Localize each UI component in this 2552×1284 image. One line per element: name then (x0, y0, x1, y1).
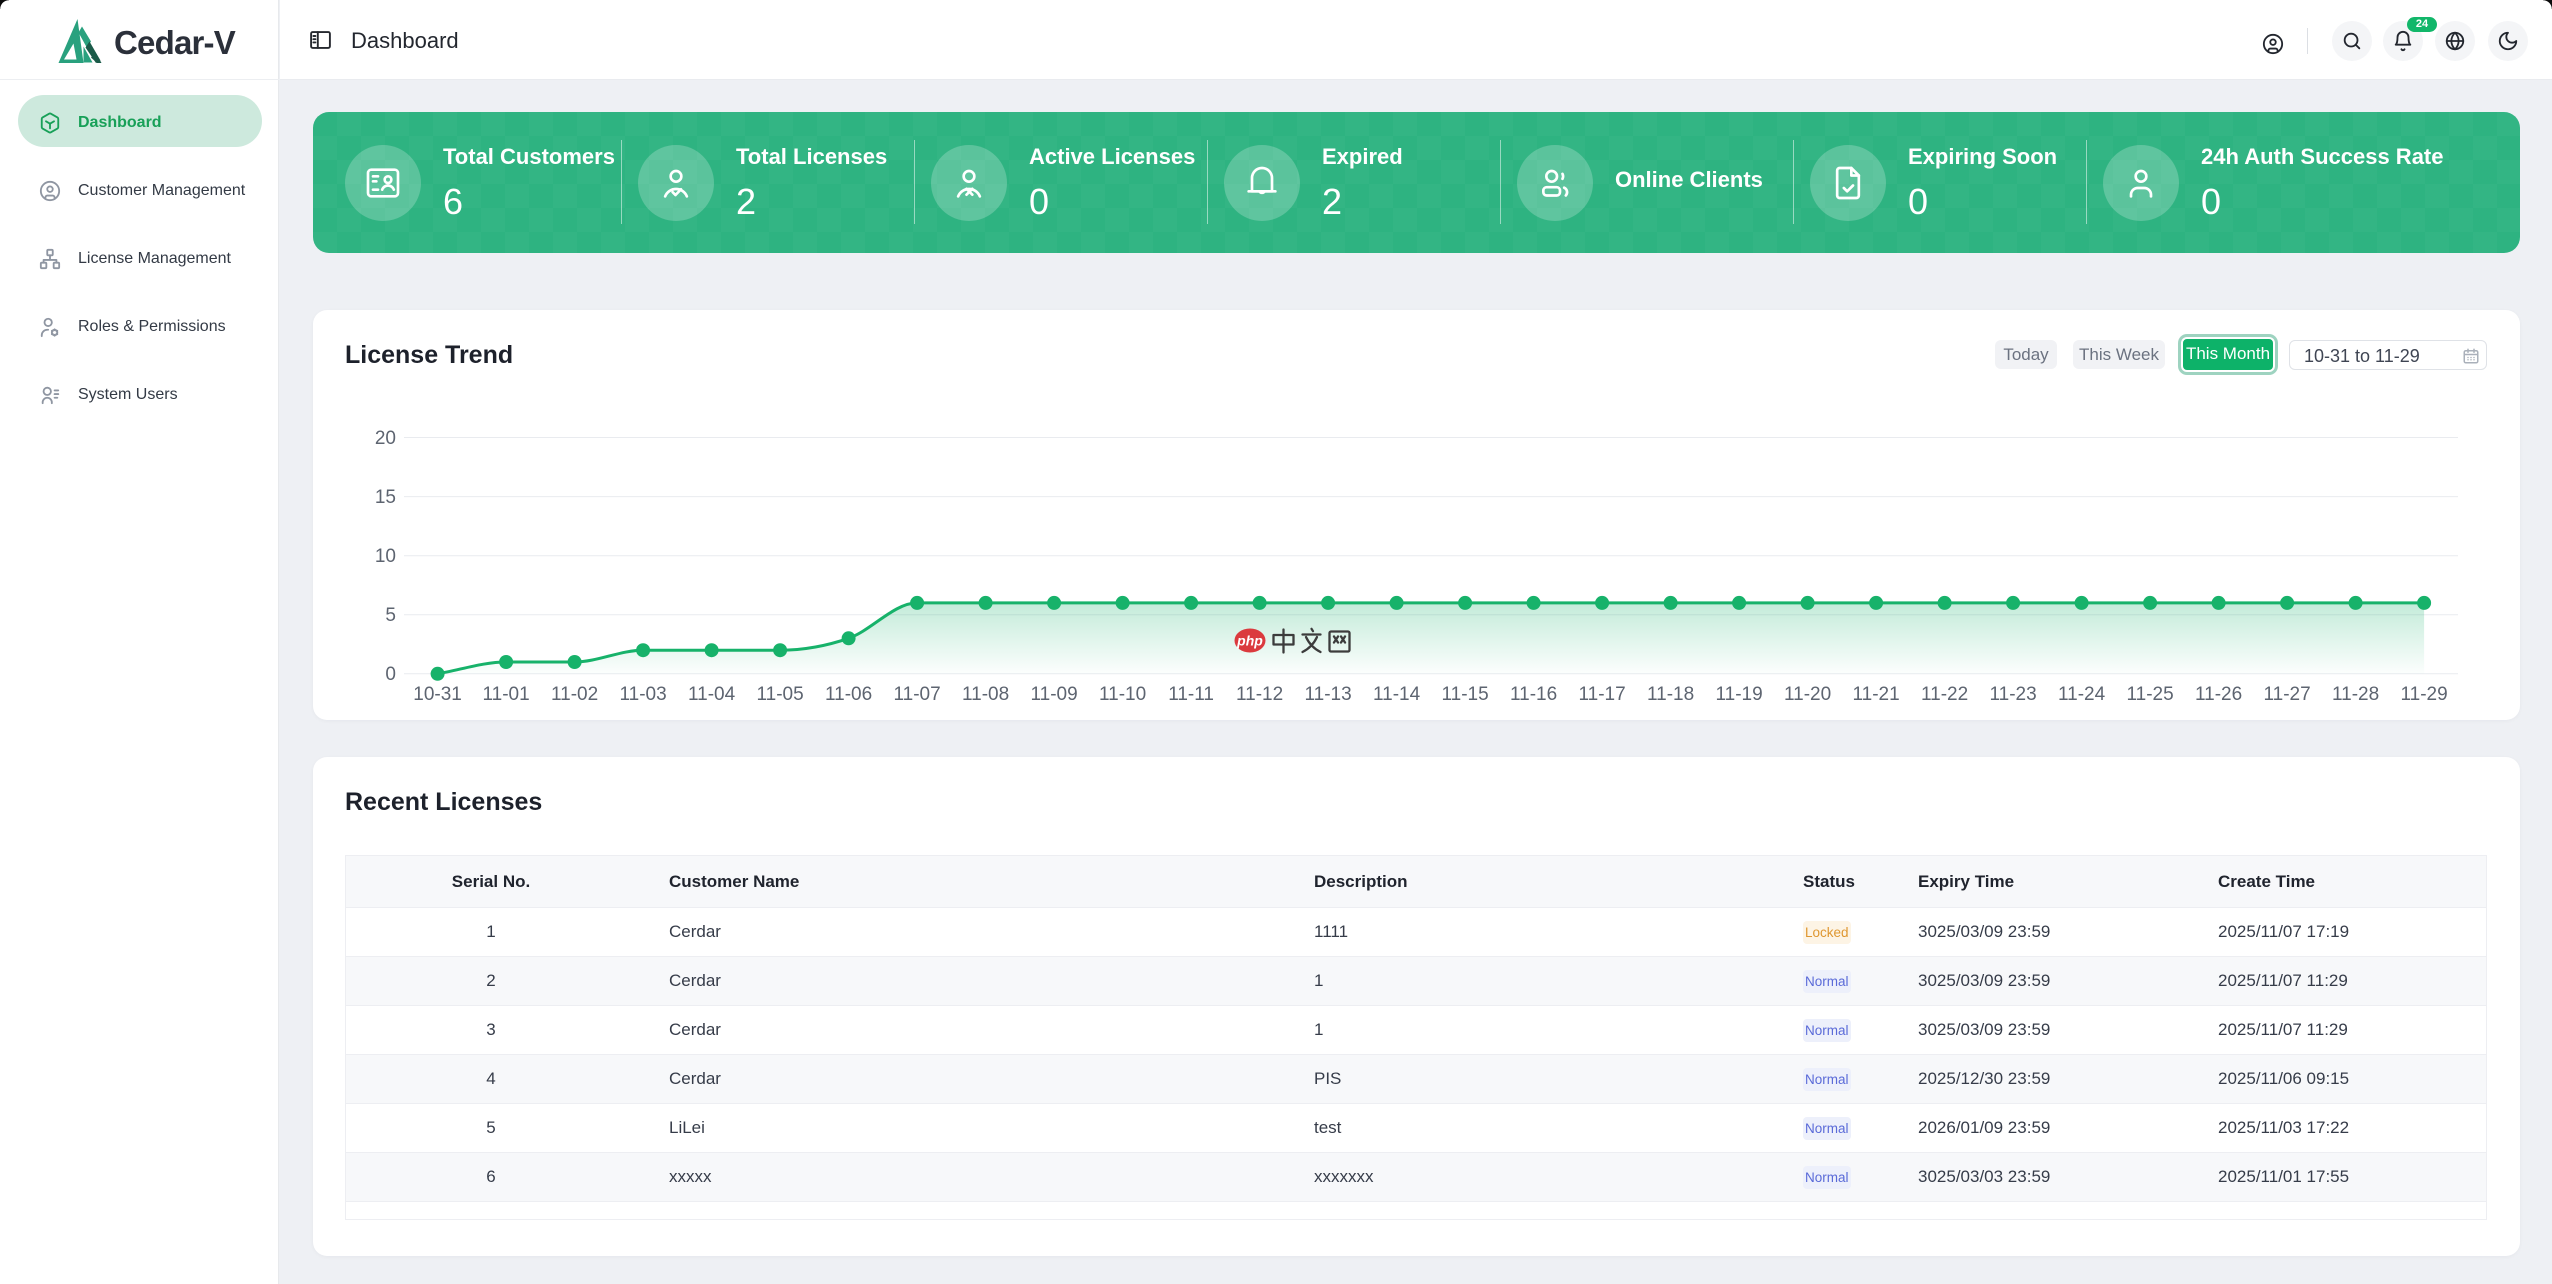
svg-text:11-29: 11-29 (2401, 684, 2448, 705)
svg-text:15: 15 (375, 487, 396, 508)
svg-text:11-28: 11-28 (2332, 684, 2379, 705)
svg-text:10-31: 10-31 (413, 684, 462, 705)
svg-text:11-26: 11-26 (2195, 684, 2242, 705)
svg-text:5: 5 (385, 605, 396, 626)
svg-text:11-25: 11-25 (2127, 684, 2174, 705)
svg-text:10: 10 (375, 546, 396, 567)
svg-text:11-22: 11-22 (1921, 684, 1968, 705)
svg-text:0: 0 (385, 664, 396, 685)
svg-text:11-02: 11-02 (551, 684, 598, 705)
svg-text:11-03: 11-03 (620, 684, 667, 705)
svg-text:11-08: 11-08 (962, 684, 1009, 705)
svg-text:11-13: 11-13 (1305, 684, 1352, 705)
svg-text:20: 20 (375, 428, 396, 449)
svg-text:11-10: 11-10 (1099, 684, 1146, 705)
svg-text:11-16: 11-16 (1510, 684, 1557, 705)
svg-text:11-04: 11-04 (688, 684, 736, 705)
svg-text:11-06: 11-06 (825, 684, 872, 705)
svg-text:11-09: 11-09 (1031, 684, 1078, 705)
svg-text:11-19: 11-19 (1716, 684, 1763, 705)
svg-text:11-12: 11-12 (1236, 684, 1283, 705)
svg-text:11-05: 11-05 (757, 684, 804, 705)
svg-text:11-01: 11-01 (483, 684, 530, 705)
svg-text:11-20: 11-20 (1784, 684, 1831, 705)
svg-text:11-15: 11-15 (1442, 684, 1489, 705)
svg-text:11-14: 11-14 (1373, 684, 1421, 705)
svg-text:php: php (1236, 633, 1263, 649)
svg-text:11-17: 11-17 (1579, 684, 1626, 705)
svg-text:11-27: 11-27 (2264, 684, 2311, 705)
svg-text:11-07: 11-07 (894, 684, 941, 705)
svg-text:11-11: 11-11 (1168, 684, 1214, 705)
svg-text:11-24: 11-24 (2058, 684, 2106, 705)
svg-text:11-18: 11-18 (1647, 684, 1694, 705)
svg-text:11-21: 11-21 (1853, 684, 1900, 705)
svg-text:11-23: 11-23 (1990, 684, 2037, 705)
